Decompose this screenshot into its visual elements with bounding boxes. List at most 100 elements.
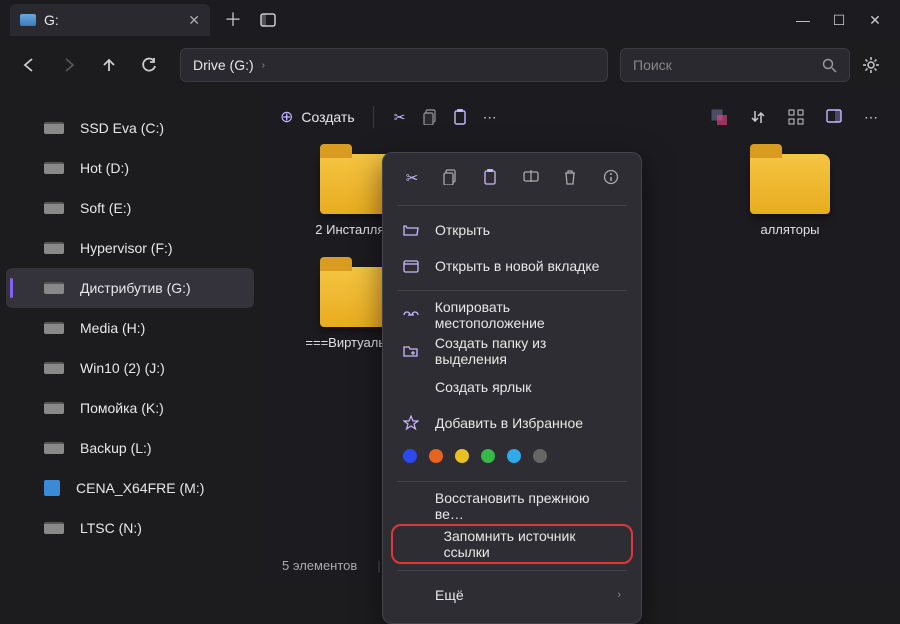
color-swatch[interactable]	[403, 449, 417, 463]
ctx-label: Копировать местоположение	[435, 299, 621, 331]
paste-button[interactable]	[452, 109, 468, 125]
chevron-right-icon: ›	[262, 60, 265, 71]
view-layout-button[interactable]	[788, 109, 804, 126]
sidebar-item-media[interactable]: Media (H:)	[0, 308, 260, 348]
sidebar-item-label: Hypervisor (F:)	[80, 240, 173, 256]
color-swatch[interactable]	[507, 449, 521, 463]
create-button[interactable]: ⊕ Создать	[280, 107, 355, 127]
ctx-create-folder[interactable]: Создать папку из выделения	[383, 333, 641, 369]
sidebar-item-ltsc[interactable]: LTSC (N:)	[0, 508, 260, 548]
drive-icon	[44, 522, 64, 534]
ctx-restore[interactable]: Восстановить прежнюю ве…	[383, 488, 641, 524]
ctx-paste-icon[interactable]	[483, 169, 501, 187]
toolbar: Drive (G:) › Поиск	[0, 40, 900, 90]
ctx-label: Открыть в новой вкладке	[435, 258, 599, 274]
color-swatch[interactable]	[481, 449, 495, 463]
more-button[interactable]: ⋯	[482, 109, 498, 125]
sidebar: SSD Eva (C:) Hot (D:) Soft (E:) Hypervis…	[0, 90, 260, 580]
ctx-label: Восстановить прежнюю ве…	[435, 490, 621, 522]
create-label: Создать	[301, 109, 354, 125]
ctx-label: Добавить в Избранное	[435, 415, 583, 431]
drive-icon	[44, 242, 64, 254]
folder-plus-icon	[403, 344, 421, 358]
sidebar-item-win10[interactable]: Win10 (2) (J:)	[0, 348, 260, 388]
sidebar-item-label: Media (H:)	[80, 320, 145, 336]
ctx-label: Ещё	[435, 587, 464, 603]
sidebar-item-soft[interactable]: Soft (E:)	[0, 188, 260, 228]
link-icon	[403, 310, 421, 320]
sidebar-item-label: Hot (D:)	[80, 160, 129, 176]
search-input[interactable]: Поиск	[620, 48, 850, 82]
sidebar-item-label: Win10 (2) (J:)	[80, 360, 165, 376]
sidebar-item-hot[interactable]: Hot (D:)	[0, 148, 260, 188]
ctx-copy-icon[interactable]	[443, 169, 461, 187]
content-toolbar: ⊕ Создать ✂ ⋯	[260, 90, 900, 144]
sidebar-item-label: Дистрибутив (G:)	[80, 280, 191, 296]
tab-title: G:	[44, 12, 59, 28]
drive-icon	[44, 162, 64, 174]
chevron-right-icon: ›	[617, 589, 621, 601]
color-swatch[interactable]	[429, 449, 443, 463]
plus-icon: ⊕	[280, 107, 293, 127]
copy-button[interactable]	[422, 109, 438, 125]
ctx-label: Запомнить источник ссылки	[444, 528, 611, 560]
drive-icon	[44, 122, 64, 134]
ctx-copy-location[interactable]: Копировать местоположение	[383, 297, 641, 333]
sidebar-item-label: Soft (E:)	[80, 200, 131, 216]
tab-active[interactable]: G: ✕	[10, 4, 210, 36]
ctx-add-favorite[interactable]: Добавить в Избранное	[383, 405, 641, 441]
ctx-remember-source[interactable]: Запомнить источник ссылки	[393, 526, 631, 562]
folder-item[interactable]: алляторы	[720, 154, 860, 237]
ctx-more[interactable]: Ещё ›	[383, 577, 641, 613]
sidebar-item-ssd-eva[interactable]: SSD Eva (C:)	[0, 108, 260, 148]
drive-icon	[44, 202, 64, 214]
ctx-open-tab[interactable]: Открыть в новой вкладке	[383, 248, 641, 284]
sidebar-item-label: CENA_X64FRE (M:)	[76, 480, 204, 496]
close-button[interactable]: ✕	[868, 12, 882, 29]
settings-button[interactable]	[862, 56, 880, 74]
sidebar-item-distributiv[interactable]: Дистрибутив (G:)	[6, 268, 254, 308]
forward-button[interactable]	[60, 56, 88, 74]
sidebar-item-backup[interactable]: Backup (L:)	[0, 428, 260, 468]
ctx-delete-icon[interactable]	[563, 169, 581, 187]
refresh-button[interactable]	[140, 56, 168, 74]
new-tab-button[interactable]: ＋	[224, 11, 242, 29]
ctx-rename-icon[interactable]	[523, 169, 541, 187]
ctx-create-shortcut[interactable]: Создать ярлык	[383, 369, 641, 405]
maximize-button[interactable]: ☐	[832, 12, 846, 29]
ctx-open[interactable]: Открыть	[383, 212, 641, 248]
close-icon[interactable]: ✕	[188, 12, 200, 29]
tab-icon	[403, 259, 421, 273]
back-button[interactable]	[20, 56, 48, 74]
up-button[interactable]	[100, 56, 128, 74]
multi-select-icon[interactable]	[711, 109, 728, 126]
breadcrumb[interactable]: Drive (G:) ›	[180, 48, 608, 82]
sidebar-item-pomoyka[interactable]: Помойка (K:)	[0, 388, 260, 428]
sidebar-item-label: SSD Eva (C:)	[80, 120, 164, 136]
tab-overview-icon[interactable]	[260, 13, 276, 27]
ctx-label: Открыть	[435, 222, 490, 238]
drive-icon	[20, 14, 36, 26]
minimize-button[interactable]: —	[796, 12, 810, 29]
color-swatch[interactable]	[533, 449, 547, 463]
preview-pane-button[interactable]	[826, 109, 842, 126]
search-placeholder: Поиск	[633, 57, 672, 73]
item-count: 5 элементов	[282, 558, 357, 573]
ctx-color-row	[383, 441, 641, 475]
sidebar-item-cena[interactable]: CENA_X64FRE (M:)	[0, 468, 260, 508]
window-controls: — ☐ ✕	[796, 12, 900, 29]
ctx-cut-icon[interactable]: ✂	[403, 169, 421, 187]
overflow-button[interactable]: ⋯	[864, 109, 878, 126]
sort-button[interactable]	[750, 109, 766, 126]
color-swatch[interactable]	[455, 449, 469, 463]
sidebar-item-label: LTSC (N:)	[80, 520, 142, 536]
ctx-label: Создать папку из выделения	[435, 335, 621, 367]
cut-button[interactable]: ✂	[392, 109, 408, 125]
drive-icon	[44, 282, 64, 294]
sidebar-item-label: Backup (L:)	[80, 440, 152, 456]
ctx-properties-icon[interactable]	[603, 169, 621, 187]
drive-icon	[44, 442, 64, 454]
search-icon	[822, 58, 837, 73]
sidebar-item-hypervisor[interactable]: Hypervisor (F:)	[0, 228, 260, 268]
drive-icon	[44, 402, 64, 414]
